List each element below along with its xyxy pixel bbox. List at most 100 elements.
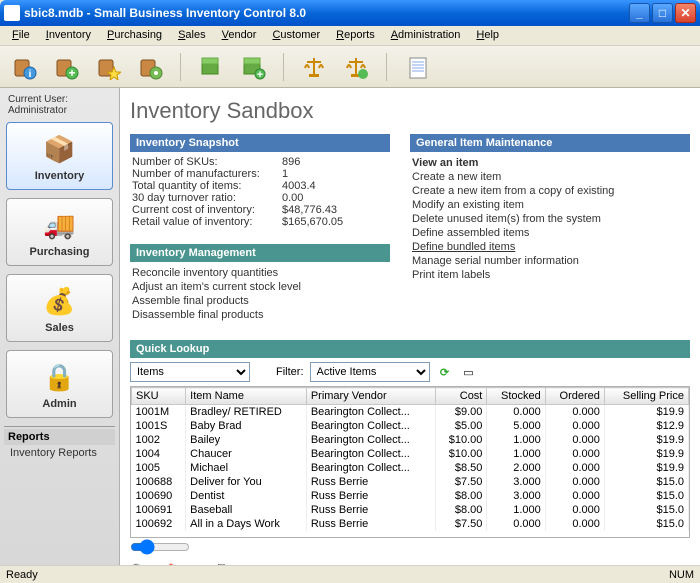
purchasing-icon: 🚚: [40, 206, 80, 244]
snapshot-row: 30 day turnover ratio:0.00: [132, 192, 388, 204]
snapshot-row: Current cost of inventory:$48,776.43: [132, 204, 388, 216]
quick-lookup-header: Quick Lookup: [130, 340, 690, 358]
grid-header[interactable]: SKU: [132, 388, 186, 405]
menu-purchasing[interactable]: Purchasing: [99, 26, 170, 45]
gim-link[interactable]: View an item: [412, 156, 688, 170]
gim-link[interactable]: Define bundled items: [412, 240, 688, 254]
table-row[interactable]: 100688Deliver for YouRuss Berrie$7.503.0…: [132, 475, 689, 489]
menu-help[interactable]: Help: [468, 26, 507, 45]
filter-select[interactable]: Active Items: [310, 362, 430, 382]
quick-lookup-toolbar: 🔍 📌 ➔ 🖨: [130, 559, 690, 565]
menu-administration[interactable]: Administration: [383, 26, 469, 45]
toolbar-separator: [283, 53, 284, 81]
svg-text:+: +: [68, 66, 75, 80]
zoom-slider[interactable]: [130, 540, 190, 554]
status-text: Ready: [6, 569, 38, 581]
sales-icon: 💰: [40, 282, 80, 320]
snapshot-row: Retail value of inventory:$165,670.05: [132, 216, 388, 228]
export-icon[interactable]: ➔: [189, 563, 201, 565]
window-controls: _ □ ✕: [629, 3, 696, 23]
refresh-icon[interactable]: ⟳: [436, 363, 454, 381]
gim-link[interactable]: Create a new item: [412, 170, 688, 184]
toolbar-add-button[interactable]: +: [50, 51, 82, 83]
card-icon[interactable]: ▭: [460, 363, 478, 381]
inv-mgmt-link[interactable]: Reconcile inventory quantities: [132, 266, 388, 280]
toolbar-box-info-button[interactable]: [195, 51, 227, 83]
svg-text:+: +: [257, 69, 263, 80]
snapshot-row: Number of SKUs:896: [132, 156, 388, 168]
toolbar-box-add-button[interactable]: +: [237, 51, 269, 83]
gim-link[interactable]: Define assembled items: [412, 226, 688, 240]
pin-icon[interactable]: 📌: [159, 563, 176, 565]
nav-label: Purchasing: [30, 246, 90, 258]
maximize-button[interactable]: □: [652, 3, 673, 23]
right-panels: General Item Maintenance View an itemCre…: [410, 134, 690, 326]
inv-mgmt-panel: Inventory Management Reconcile inventory…: [130, 244, 390, 326]
filter-label: Filter:: [276, 366, 304, 378]
zoom-slider-row: [130, 538, 690, 559]
toolbar-report-button[interactable]: [401, 51, 433, 83]
toolbar-favorite-button[interactable]: [92, 51, 124, 83]
toolbar-scale-a-button[interactable]: [298, 51, 330, 83]
gim-header: General Item Maintenance: [410, 134, 690, 152]
inv-mgmt-link[interactable]: Assemble final products: [132, 294, 388, 308]
nav-purchasing[interactable]: 🚚 Purchasing: [6, 198, 113, 266]
table-row[interactable]: 1001SBaby BradBearington Collect...$5.00…: [132, 419, 689, 433]
svg-text:i: i: [29, 69, 32, 80]
inv-mgmt-link[interactable]: Adjust an item's current stock level: [132, 280, 388, 294]
nav-label: Inventory: [35, 170, 85, 182]
search-icon[interactable]: 🔍: [130, 563, 147, 565]
table-row[interactable]: 100691BaseballRuss Berrie$8.001.0000.000…: [132, 503, 689, 517]
gim-link[interactable]: Modify an existing item: [412, 198, 688, 212]
grid-header[interactable]: Item Name: [186, 388, 307, 405]
snapshot-row: Total quantity of items:4003.4: [132, 180, 388, 192]
reports-inventory-link[interactable]: Inventory Reports: [4, 445, 115, 461]
gim-link[interactable]: Create a new item from a copy of existin…: [412, 184, 688, 198]
table-row[interactable]: 100690DentistRuss Berrie$8.003.0000.000$…: [132, 489, 689, 503]
menu-file[interactable]: File: [4, 26, 38, 45]
gim-link[interactable]: Delete unused item(s) from the system: [412, 212, 688, 226]
menu-reports[interactable]: Reports: [328, 26, 383, 45]
table-row[interactable]: 100692All in a Days WorkRuss Berrie$7.50…: [132, 517, 689, 531]
lookup-grid[interactable]: SKUItem NamePrimary VendorCostStockedOrd…: [130, 386, 690, 538]
gim-link[interactable]: Print item labels: [412, 268, 688, 282]
table-row[interactable]: 1001MBradley/ RETIREDBearington Collect.…: [132, 405, 689, 420]
nav-sales[interactable]: 💰 Sales: [6, 274, 113, 342]
toolbar: i + +: [0, 46, 700, 88]
page-title: Inventory Sandbox: [130, 98, 690, 124]
nav-inventory[interactable]: 📦 Inventory: [6, 122, 113, 190]
menu-vendor[interactable]: Vendor: [214, 26, 265, 45]
table-row[interactable]: 1004ChaucerBearington Collect...$10.001.…: [132, 447, 689, 461]
print-icon[interactable]: 🖨: [213, 563, 231, 565]
gim-link[interactable]: Manage serial number information: [412, 254, 688, 268]
menu-customer[interactable]: Customer: [264, 26, 328, 45]
table-row[interactable]: 1002BaileyBearington Collect...$10.001.0…: [132, 433, 689, 447]
admin-icon: 🔒: [40, 358, 80, 396]
content-area: Inventory Sandbox Inventory Snapshot Num…: [120, 88, 700, 565]
reports-header: Reports: [4, 429, 115, 445]
close-button[interactable]: ✕: [675, 3, 696, 23]
toolbar-info-button[interactable]: i: [8, 51, 40, 83]
grid-header[interactable]: Selling Price: [604, 388, 688, 405]
reports-section: Reports Inventory Reports: [4, 426, 115, 461]
lookup-type-select[interactable]: Items: [130, 362, 250, 382]
toolbar-separator: [386, 53, 387, 81]
grid-header[interactable]: Cost: [436, 388, 487, 405]
snapshot-body: Number of SKUs:896Number of manufacturer…: [130, 152, 390, 232]
toolbar-separator: [180, 53, 181, 81]
panels-row: Inventory Snapshot Number of SKUs:896Num…: [130, 134, 690, 326]
inventory-icon: 📦: [40, 130, 80, 168]
menu-sales[interactable]: Sales: [170, 26, 214, 45]
nav-admin[interactable]: 🔒 Admin: [6, 350, 113, 418]
grid-header[interactable]: Primary Vendor: [306, 388, 435, 405]
toolbar-settings-button[interactable]: [134, 51, 166, 83]
grid-header[interactable]: Ordered: [545, 388, 604, 405]
table-row[interactable]: 1005MichaelBearington Collect...$8.502.0…: [132, 461, 689, 475]
sidebar: Current User: Administrator 📦 Inventory …: [0, 88, 120, 565]
menu-inventory[interactable]: Inventory: [38, 26, 99, 45]
minimize-button[interactable]: _: [629, 3, 650, 23]
inv-mgmt-header: Inventory Management: [130, 244, 390, 262]
grid-header[interactable]: Stocked: [487, 388, 545, 405]
inv-mgmt-link[interactable]: Disassemble final products: [132, 308, 388, 322]
toolbar-scale-b-button[interactable]: [340, 51, 372, 83]
